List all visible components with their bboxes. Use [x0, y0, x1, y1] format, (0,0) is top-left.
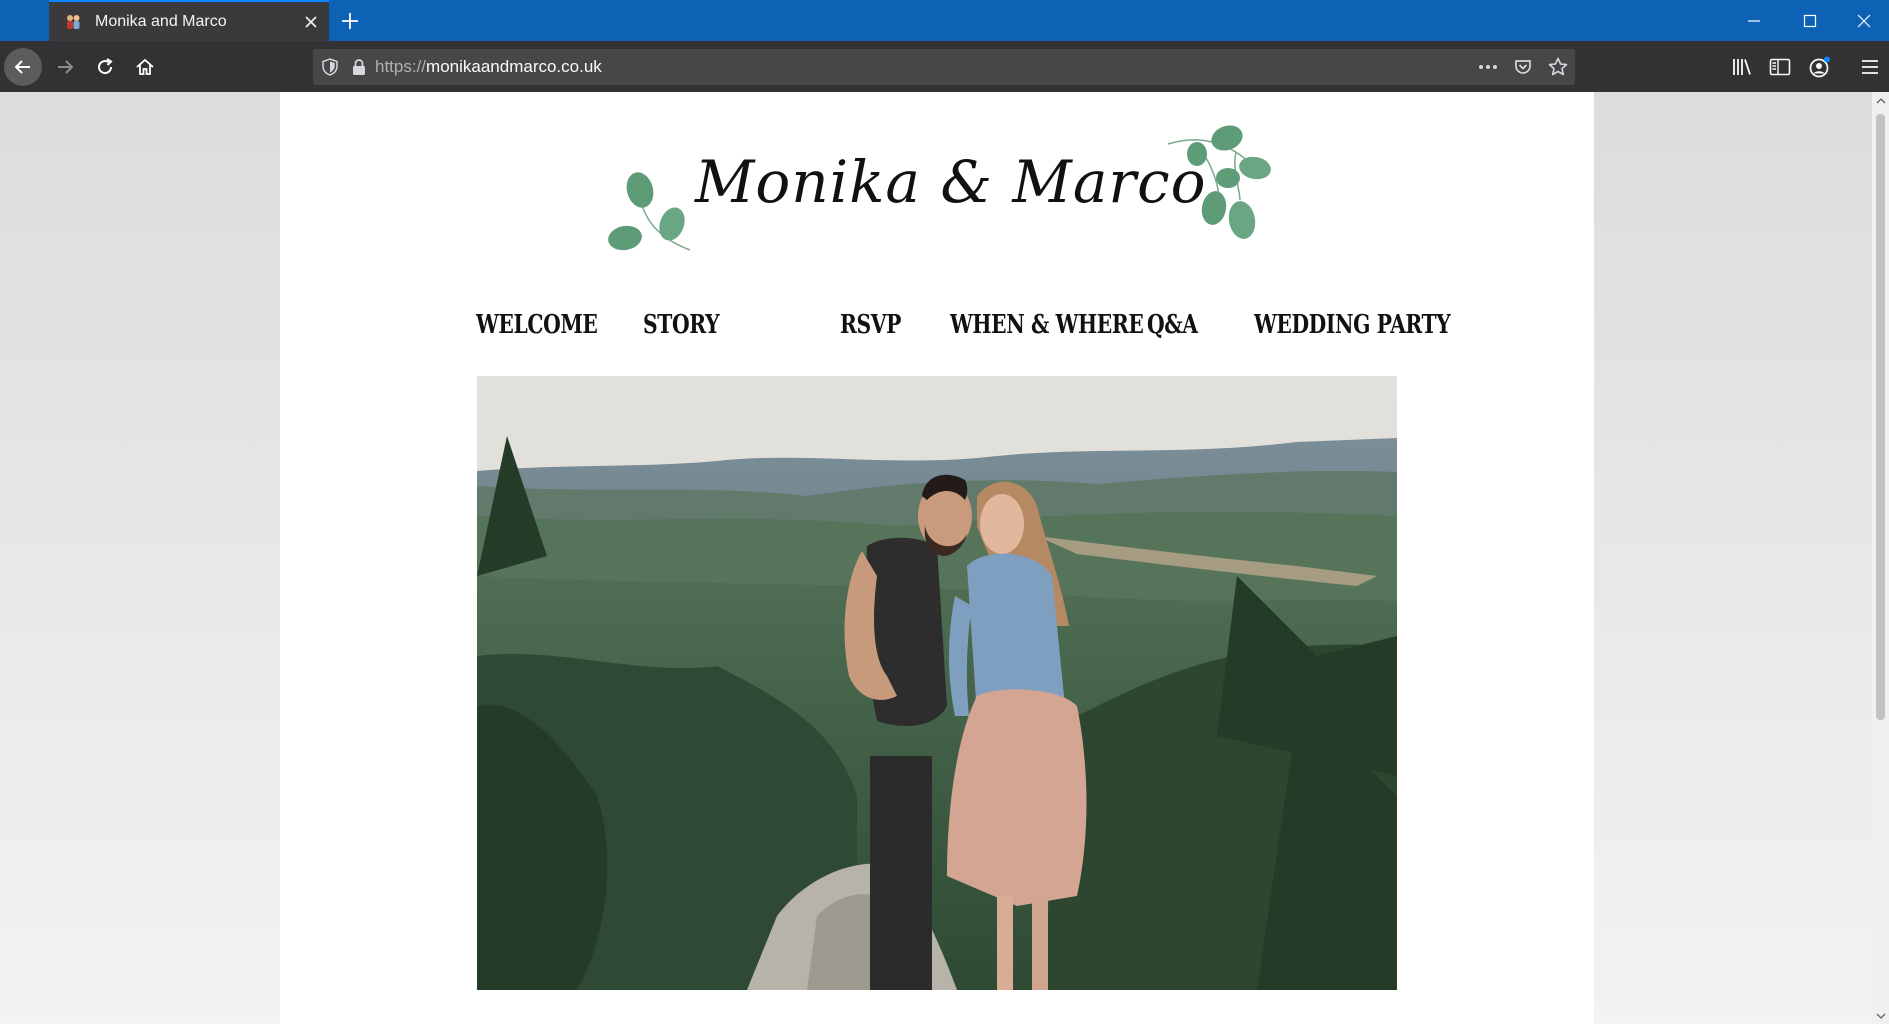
url-host: monikaandmarco.co.uk	[426, 57, 602, 76]
more-dots-icon[interactable]	[1470, 49, 1505, 85]
url-bar[interactable]: https://monikaandmarco.co.uk	[313, 49, 1575, 85]
scroll-up-icon[interactable]	[1872, 92, 1889, 109]
hero-photo	[477, 376, 1397, 990]
library-icon[interactable]	[1724, 49, 1760, 85]
nav-qa[interactable]: Q&A	[1147, 310, 1198, 340]
tab-title: Monika and Marco	[95, 12, 227, 30]
page-content: Monika & Marco WELCOME STORY RSVP WHEN &…	[280, 92, 1594, 1024]
plus-icon[interactable]	[332, 0, 368, 41]
browser-toolbar: https://monikaandmarco.co.uk	[0, 41, 1889, 92]
minimize-icon[interactable]	[1726, 0, 1782, 41]
shield-icon[interactable]	[313, 49, 347, 85]
home-icon[interactable]	[126, 48, 164, 86]
nav-rsvp[interactable]: RSVP	[840, 310, 901, 340]
page-scrollbar[interactable]	[1872, 92, 1889, 1024]
forward-arrow-icon[interactable]	[46, 48, 84, 86]
favicon-icon	[63, 12, 83, 32]
close-icon[interactable]	[293, 1, 329, 42]
nav-wedding-party[interactable]: WEDDING PARTY	[1254, 310, 1451, 340]
browser-tab[interactable]: Monika and Marco	[49, 0, 329, 41]
nav-welcome[interactable]: WELCOME	[476, 310, 598, 340]
star-icon[interactable]	[1540, 49, 1575, 85]
maximize-icon[interactable]	[1782, 0, 1838, 41]
scroll-down-icon[interactable]	[1872, 1007, 1889, 1024]
nav-story[interactable]: STORY	[643, 310, 720, 340]
sidebar-icon[interactable]	[1762, 49, 1798, 85]
reload-icon[interactable]	[86, 48, 124, 86]
lock-icon[interactable]	[347, 49, 371, 85]
url-text[interactable]: https://monikaandmarco.co.uk	[375, 57, 1470, 77]
leaf-branch-left-icon	[608, 172, 691, 251]
page-viewport: Monika & Marco WELCOME STORY RSVP WHEN &…	[0, 92, 1872, 1024]
account-icon[interactable]	[1802, 49, 1838, 85]
scroll-thumb[interactable]	[1876, 114, 1885, 720]
nav-when-where[interactable]: WHEN & WHERE	[950, 310, 1144, 340]
back-arrow-icon[interactable]	[4, 48, 42, 86]
pocket-icon[interactable]	[1505, 49, 1540, 85]
hamburger-menu-icon[interactable]	[1854, 49, 1886, 85]
site-title: Monika & Marco	[695, 148, 1207, 216]
window-close-icon[interactable]	[1838, 0, 1889, 41]
browser-titlebar: Monika and Marco	[0, 0, 1889, 41]
url-scheme: https://	[375, 57, 427, 76]
site-navigation: WELCOME STORY RSVP WHEN & WHERE Q&A WEDD…	[476, 310, 1451, 350]
